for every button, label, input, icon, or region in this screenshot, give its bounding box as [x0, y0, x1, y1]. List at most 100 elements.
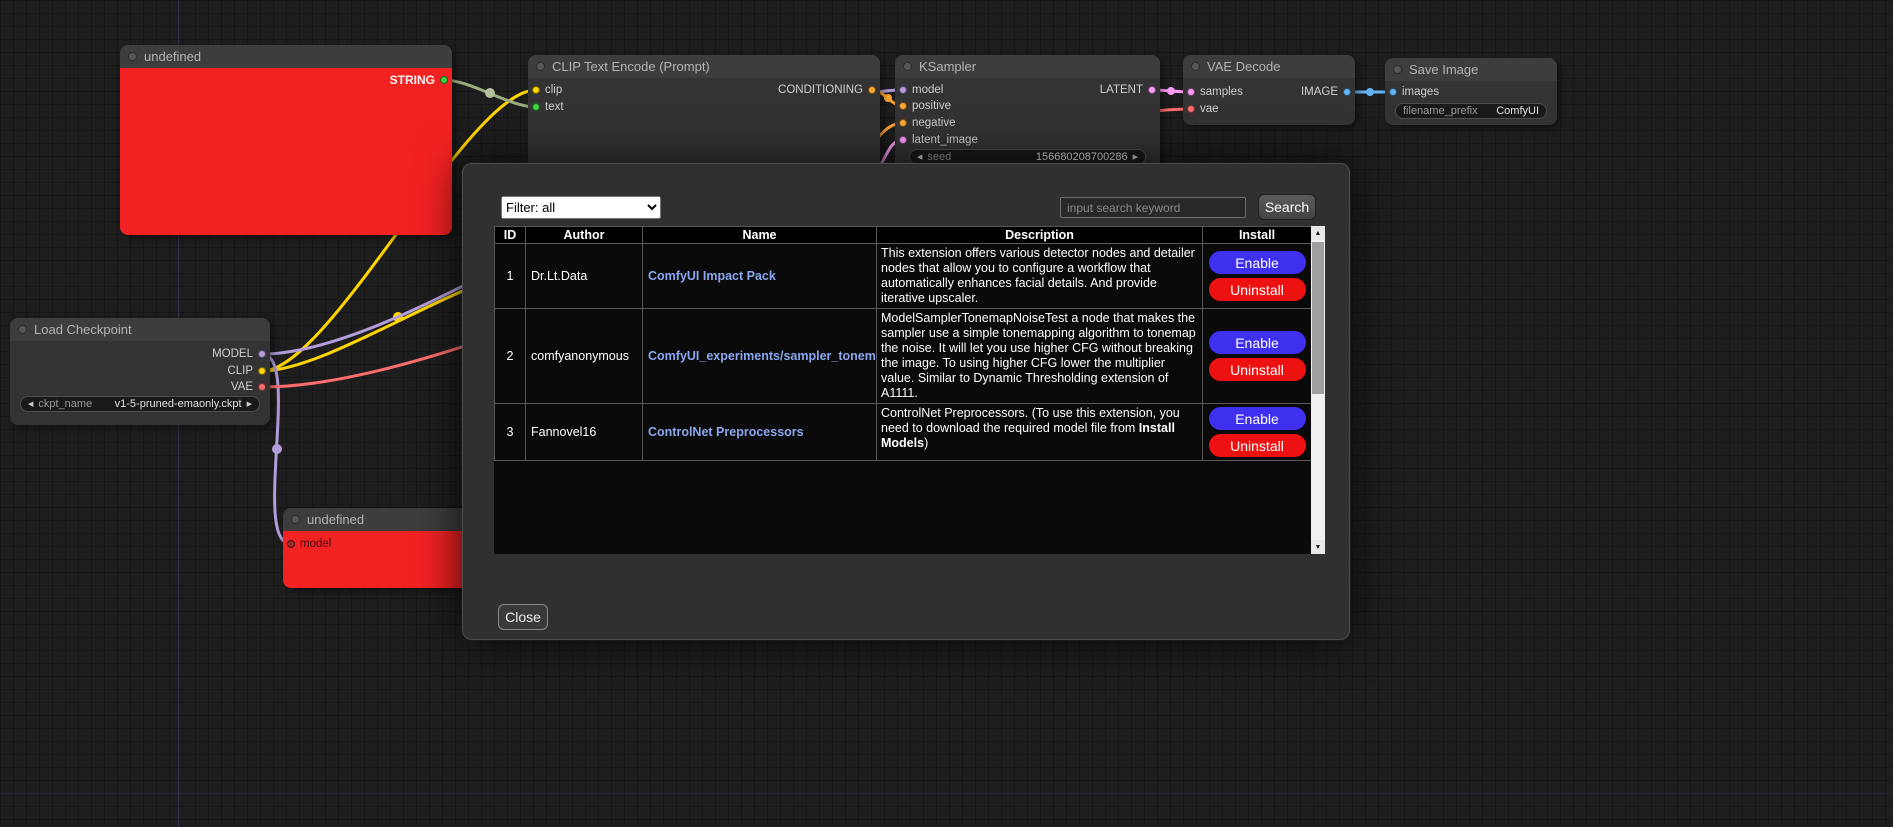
clip-port-dot[interactable] [532, 86, 540, 94]
input-port-latent-image[interactable]: latent_image [899, 133, 978, 147]
scrollbar-thumb[interactable] [1312, 242, 1324, 394]
input-port-text[interactable]: text [532, 100, 564, 114]
filename-prefix-widget[interactable]: filename_prefix ComfyUI [1395, 103, 1547, 119]
output-port-latent[interactable]: LATENT [1100, 83, 1156, 97]
input-port-vae[interactable]: vae [1187, 102, 1219, 116]
input-port-clip[interactable]: clip [532, 83, 562, 97]
prev-arrow-icon[interactable]: ◀ [28, 401, 33, 408]
port-label: model [300, 538, 331, 550]
header-description: Description [877, 227, 1203, 244]
ext-author: Dr.Lt.Data [526, 244, 643, 309]
increment-arrow-icon[interactable]: ▶ [1133, 154, 1138, 161]
port-label: model [912, 84, 943, 96]
port-label: LATENT [1100, 84, 1143, 96]
negative-port-dot[interactable] [899, 119, 907, 127]
enable-button[interactable]: Enable [1209, 407, 1306, 430]
node-title-bar[interactable]: CLIP Text Encode (Prompt) [528, 55, 880, 78]
seed-widget-label: seed [927, 151, 951, 163]
wire-midpoint-dot-model [272, 444, 282, 454]
decrement-arrow-icon[interactable]: ◀ [917, 154, 922, 161]
scroll-down-icon[interactable]: ▼ [1311, 540, 1325, 554]
node-title-bar[interactable]: undefined [120, 45, 452, 68]
filename-prefix-label: filename_prefix [1403, 105, 1478, 117]
node-body-error [120, 68, 452, 235]
text-port-dot[interactable] [532, 103, 540, 111]
scroll-up-icon[interactable]: ▲ [1311, 226, 1325, 240]
uninstall-button[interactable]: Uninstall [1209, 358, 1306, 381]
port-label: negative [912, 117, 955, 129]
node-title: undefined [307, 512, 364, 527]
model-port-dot[interactable] [287, 540, 295, 548]
ext-description: This extension offers various detector n… [877, 244, 1203, 309]
input-port-model[interactable]: model [287, 537, 331, 551]
input-port-images[interactable]: images [1389, 85, 1439, 99]
output-port-conditioning[interactable]: CONDITIONING [778, 83, 876, 97]
output-port-vae[interactable]: VAE [231, 380, 266, 394]
search-button[interactable]: Search [1258, 194, 1316, 220]
model-port-dot[interactable] [258, 350, 266, 358]
collapse-dot-icon[interactable] [1393, 65, 1402, 74]
node-title-bar[interactable]: undefined [283, 508, 483, 531]
seed-widget-value: 156680208700286 [1036, 151, 1128, 163]
ckpt-name-value: v1-5-pruned-emaonly.ckpt [115, 398, 242, 410]
uninstall-button[interactable]: Uninstall [1209, 434, 1306, 457]
node-undefined-top[interactable]: undefined STRING [120, 45, 452, 235]
input-port-positive[interactable]: positive [899, 99, 951, 113]
ckpt-name-widget[interactable]: ◀ ckpt_name v1-5-pruned-emaonly.ckpt ▶ [20, 396, 260, 412]
node-title-bar[interactable]: Load Checkpoint [10, 318, 270, 341]
port-label: STRING [390, 73, 435, 87]
images-port-dot[interactable] [1389, 88, 1397, 96]
ext-name-link[interactable]: ControlNet Preprocessors [648, 425, 804, 439]
latent-image-port-dot[interactable] [899, 136, 907, 144]
table-scrollbar[interactable]: ▲ ▼ [1311, 226, 1325, 554]
node-save-image[interactable]: Save Image images filename_prefix ComfyU… [1385, 58, 1557, 125]
collapse-dot-icon[interactable] [18, 325, 27, 334]
collapse-dot-icon[interactable] [536, 62, 545, 71]
ext-name-link[interactable]: ComfyUI_experiments/sampler_tonemap [648, 349, 877, 363]
collapse-dot-icon[interactable] [903, 62, 912, 71]
collapse-dot-icon[interactable] [128, 52, 137, 61]
positive-port-dot[interactable] [899, 102, 907, 110]
samples-port-dot[interactable] [1187, 88, 1195, 96]
wire-midpoint-dot-string [485, 88, 495, 98]
node-undefined-bottom[interactable]: undefined model [283, 508, 483, 588]
latent-port-dot[interactable] [1148, 86, 1156, 94]
port-label: clip [545, 84, 562, 96]
collapse-dot-icon[interactable] [291, 515, 300, 524]
output-port-image[interactable]: IMAGE [1301, 85, 1351, 99]
search-input[interactable] [1060, 197, 1246, 218]
wire-midpoint-dot-image [1366, 88, 1374, 96]
output-port-clip[interactable]: CLIP [227, 364, 266, 378]
input-port-model[interactable]: model [899, 83, 943, 97]
node-title: undefined [144, 49, 201, 64]
next-arrow-icon[interactable]: ▶ [247, 401, 252, 408]
enable-button[interactable]: Enable [1209, 251, 1306, 274]
string-port-dot[interactable] [440, 76, 448, 84]
node-title-bar[interactable]: Save Image [1385, 58, 1557, 81]
filter-select[interactable]: Filter: all [501, 196, 661, 219]
uninstall-button[interactable]: Uninstall [1209, 278, 1306, 301]
clip-port-dot[interactable] [258, 367, 266, 375]
ext-id: 2 [495, 309, 526, 404]
node-title: VAE Decode [1207, 59, 1280, 74]
node-vae-decode[interactable]: VAE Decode samples vae IMAGE [1183, 55, 1355, 125]
output-port-string[interactable]: STRING [390, 73, 448, 87]
node-title-bar[interactable]: KSampler [895, 55, 1160, 78]
close-button[interactable]: Close [498, 604, 548, 630]
vae-port-dot[interactable] [1187, 105, 1195, 113]
output-port-model[interactable]: MODEL [212, 347, 266, 361]
vae-port-dot[interactable] [258, 383, 266, 391]
input-port-samples[interactable]: samples [1187, 85, 1243, 99]
input-port-negative[interactable]: negative [899, 116, 955, 130]
node-load-checkpoint[interactable]: Load Checkpoint MODEL CLIP VAE ◀ ckpt_na… [10, 318, 270, 425]
enable-button[interactable]: Enable [1209, 331, 1306, 354]
conditioning-port-dot[interactable] [868, 86, 876, 94]
image-port-dot[interactable] [1343, 88, 1351, 96]
wire-midpoint-dot-clip [393, 312, 403, 322]
ext-name-link[interactable]: ComfyUI Impact Pack [648, 269, 776, 283]
port-label: images [1402, 86, 1439, 98]
node-title-bar[interactable]: VAE Decode [1183, 55, 1355, 78]
collapse-dot-icon[interactable] [1191, 62, 1200, 71]
model-port-dot[interactable] [899, 86, 907, 94]
port-label: VAE [231, 381, 253, 393]
